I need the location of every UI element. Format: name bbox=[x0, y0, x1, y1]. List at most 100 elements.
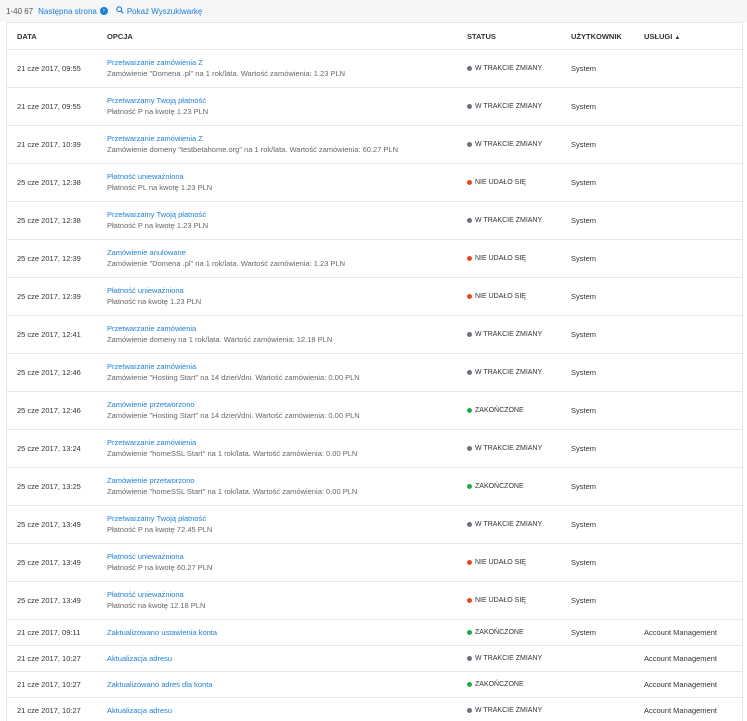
row-option-link[interactable]: Zamówienie anulowane bbox=[107, 248, 467, 258]
status-dot-icon bbox=[467, 560, 472, 565]
row-user: System bbox=[571, 596, 597, 605]
row-option-link[interactable]: Aktualizacja adresu bbox=[107, 654, 467, 664]
column-user[interactable]: UŻYTKOWNIK bbox=[571, 32, 644, 41]
status-label: ZAKOŃCZONE bbox=[475, 629, 524, 636]
row-option-link[interactable]: Przetwarzamy Twoją płatność bbox=[107, 96, 467, 106]
table-row: 21 cze 2017, 10:27 Aktualizacja adresu W… bbox=[7, 698, 742, 721]
status-label: ZAKOŃCZONE bbox=[475, 407, 524, 414]
row-option-desc: Płatność na kwotę 1.23 PLN bbox=[107, 297, 202, 306]
next-page-link[interactable]: Następna strona › bbox=[38, 7, 108, 16]
status-label: W TRAKCIE ZMIANY bbox=[475, 369, 543, 376]
row-option-link[interactable]: Przetwarzanie zamówienia bbox=[107, 438, 467, 448]
row-option: Przetwarzanie zamówienia Zamówienie "hom… bbox=[107, 438, 467, 459]
row-option-link[interactable]: Zaktualizowano adres dla konta bbox=[107, 680, 467, 690]
row-option-link[interactable]: Płatność unieważniona bbox=[107, 590, 467, 600]
status-dot-icon bbox=[467, 218, 472, 223]
column-services-label: USŁUGI bbox=[644, 31, 673, 41]
table-row: 21 cze 2017, 10:39 Przetwarzanie zamówie… bbox=[7, 126, 742, 164]
row-user: System bbox=[571, 140, 597, 149]
row-user: System bbox=[571, 254, 597, 263]
row-option-link[interactable]: Zamówienie przetworzono bbox=[107, 400, 467, 410]
row-option-desc: Zamówienie "homeSSL Start" na 1 rok/lata… bbox=[107, 487, 358, 496]
row-option: Przetwarzanie zamówienia Zamówienie "Hos… bbox=[107, 362, 467, 383]
row-date: 25 cze 2017, 12:46 bbox=[17, 406, 81, 415]
column-services[interactable]: USŁUGI ▲ bbox=[644, 32, 742, 41]
row-option-link[interactable]: Przetwarzanie zamówienia Z bbox=[107, 134, 467, 144]
row-date: 25 cze 2017, 12:39 bbox=[17, 254, 81, 263]
row-user: System bbox=[571, 520, 597, 529]
row-status: ZAKOŃCZONE bbox=[467, 407, 571, 414]
row-option-link[interactable]: Płatność unieważniona bbox=[107, 172, 467, 182]
status-label: NIE UDAŁO SIĘ bbox=[475, 255, 526, 262]
row-user: System bbox=[571, 628, 597, 637]
row-option-desc: Płatność P na kwotę 1.23 PLN bbox=[107, 221, 209, 230]
row-option-link[interactable]: Aktualizacja adresu bbox=[107, 706, 467, 716]
row-status: NIE UDAŁO SIĘ bbox=[467, 559, 571, 566]
row-option-link[interactable]: Przetwarzanie zamówienia bbox=[107, 362, 467, 372]
row-option-desc: Zamówienie "Hosting Start" na 14 dzień/d… bbox=[107, 411, 360, 420]
status-dot-icon bbox=[467, 332, 472, 337]
row-option: Zaktualizowano adres dla konta bbox=[107, 680, 467, 690]
row-option-link[interactable]: Zaktualizowano ustawienia konta bbox=[107, 628, 467, 638]
table-row: 25 cze 2017, 12:46 Zamówienie przetworzo… bbox=[7, 392, 742, 430]
status-dot-icon bbox=[467, 708, 472, 713]
row-option: Zaktualizowano ustawienia konta bbox=[107, 628, 467, 638]
table-row: 25 cze 2017, 12:41 Przetwarzanie zamówie… bbox=[7, 316, 742, 354]
row-user: System bbox=[571, 330, 597, 339]
status-dot-icon bbox=[467, 66, 472, 71]
row-option: Przetwarzamy Twoją płatność Płatność P n… bbox=[107, 96, 467, 117]
row-option-desc: Płatność P na kwotę 72.45 PLN bbox=[107, 525, 213, 534]
row-status: W TRAKCIE ZMIANY bbox=[467, 217, 571, 224]
status-dot-icon bbox=[467, 180, 472, 185]
row-option: Zamówienie przetworzono Zamówienie "Host… bbox=[107, 400, 467, 421]
table-row: 25 cze 2017, 12:38 Płatność unieważniona… bbox=[7, 164, 742, 202]
row-option-link[interactable]: Przetwarzamy Twoją płatność bbox=[107, 210, 467, 220]
row-service: Account Management bbox=[644, 628, 717, 637]
pager-bar: 1-40 67 Następna strona › Pokaż Wyszukiw… bbox=[0, 0, 747, 22]
row-user: System bbox=[571, 64, 597, 73]
row-option: Zamówienie anulowane Zamówienie "Domena … bbox=[107, 248, 467, 269]
row-option-desc: Zamówienie "Hosting Start" na 14 dzień/d… bbox=[107, 373, 360, 382]
table-row: 21 cze 2017, 10:27 Aktualizacja adresu W… bbox=[7, 646, 742, 672]
row-option: Aktualizacja adresu bbox=[107, 654, 467, 664]
status-label: W TRAKCIE ZMIANY bbox=[475, 65, 543, 72]
column-status[interactable]: STATUS bbox=[467, 32, 571, 41]
row-date: 21 cze 2017, 10:27 bbox=[17, 706, 81, 715]
row-date: 21 cze 2017, 10:39 bbox=[17, 140, 81, 149]
row-option-desc: Zamówienie "homeSSL Start" na 1 rok/lata… bbox=[107, 449, 358, 458]
row-status: W TRAKCIE ZMIANY bbox=[467, 445, 571, 452]
row-date: 25 cze 2017, 12:39 bbox=[17, 292, 81, 301]
result-count: 1-40 67 bbox=[6, 6, 34, 16]
row-user: System bbox=[571, 178, 597, 187]
status-label: ZAKOŃCZONE bbox=[475, 483, 524, 490]
row-date: 21 cze 2017, 09:11 bbox=[17, 628, 81, 637]
table-row: 25 cze 2017, 12:39 Płatność unieważniona… bbox=[7, 278, 742, 316]
row-status: NIE UDAŁO SIĘ bbox=[467, 597, 571, 604]
status-label: W TRAKCIE ZMIANY bbox=[475, 141, 543, 148]
column-date[interactable]: DATA bbox=[7, 32, 107, 41]
row-date: 25 cze 2017, 13:25 bbox=[17, 482, 81, 491]
row-option-link[interactable]: Płatność unieważniona bbox=[107, 552, 467, 562]
row-option-desc: Płatność na kwotę 12.18 PLN bbox=[107, 601, 206, 610]
row-status: W TRAKCIE ZMIANY bbox=[467, 331, 571, 338]
row-option-link[interactable]: Płatność unieważniona bbox=[107, 286, 467, 296]
row-date: 25 cze 2017, 12:38 bbox=[17, 216, 81, 225]
row-service: Account Management bbox=[644, 680, 717, 689]
table-header: DATA OPCJA STATUS UŻYTKOWNIK USŁUGI ▲ bbox=[7, 23, 742, 50]
status-label: W TRAKCIE ZMIANY bbox=[475, 217, 543, 224]
table-row: 25 cze 2017, 12:39 Zamówienie anulowane … bbox=[7, 240, 742, 278]
status-label: W TRAKCIE ZMIANY bbox=[475, 445, 543, 452]
table-row: 25 cze 2017, 12:38 Przetwarzamy Twoją pł… bbox=[7, 202, 742, 240]
status-dot-icon bbox=[467, 656, 472, 661]
column-option[interactable]: OPCJA bbox=[107, 32, 467, 41]
row-option-link[interactable]: Przetwarzanie zamówienia bbox=[107, 324, 467, 334]
status-dot-icon bbox=[467, 370, 472, 375]
show-search-link[interactable]: Pokaż Wyszukiwarkę bbox=[116, 6, 202, 16]
row-option-link[interactable]: Przetwarzamy Twoją płatność bbox=[107, 514, 467, 524]
row-option-link[interactable]: Zamówienie przetworzono bbox=[107, 476, 467, 486]
status-dot-icon bbox=[467, 446, 472, 451]
row-option-link[interactable]: Przetwarzanie zamówienia Z bbox=[107, 58, 467, 68]
next-page-label: Następna strona bbox=[38, 6, 97, 16]
row-option: Płatność unieważniona Płatność na kwotę … bbox=[107, 286, 467, 307]
table-row: 25 cze 2017, 13:49 Płatność unieważniona… bbox=[7, 544, 742, 582]
